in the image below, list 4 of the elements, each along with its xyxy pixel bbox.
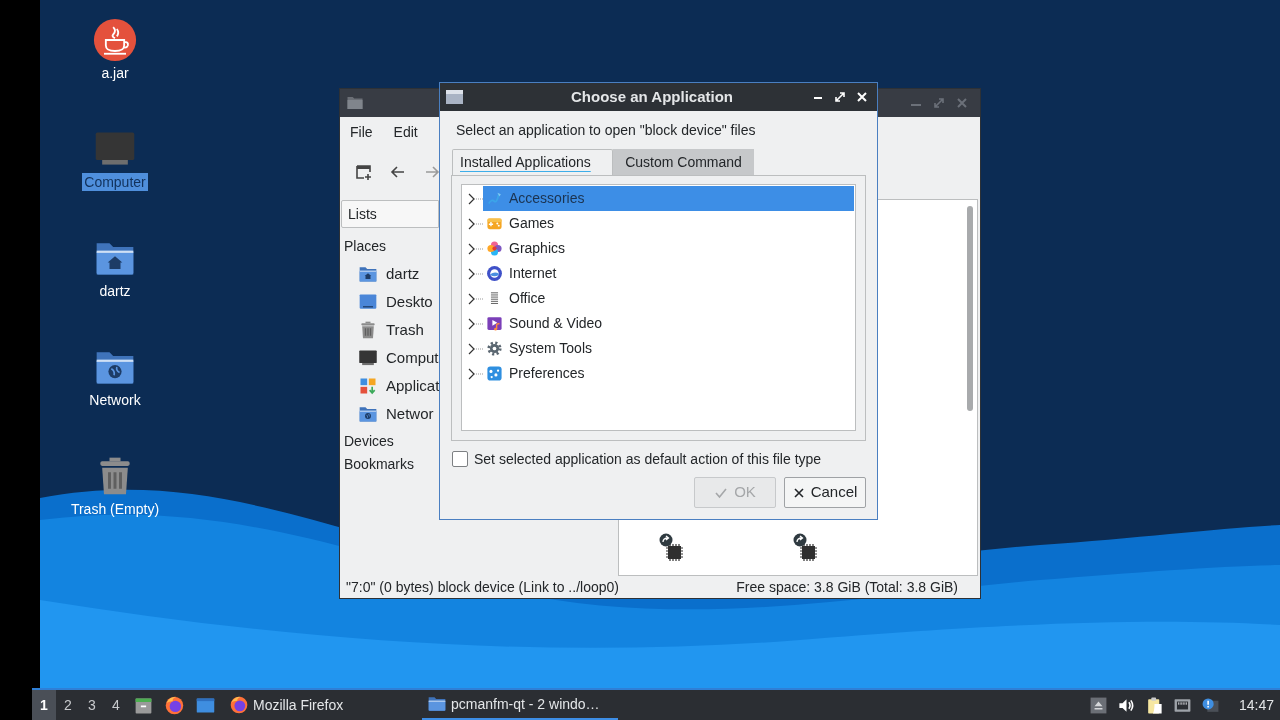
prompt-text: Select an application to open "block device" files xyxy=(456,121,757,139)
free-space-text: Free space: 3.8 GiB (Total: 3.8 GiB) xyxy=(736,577,958,597)
window-title: Choose an Application xyxy=(571,86,733,107)
status-text: "7:0" (0 bytes) block device (Link to ../loop0) xyxy=(346,577,619,597)
